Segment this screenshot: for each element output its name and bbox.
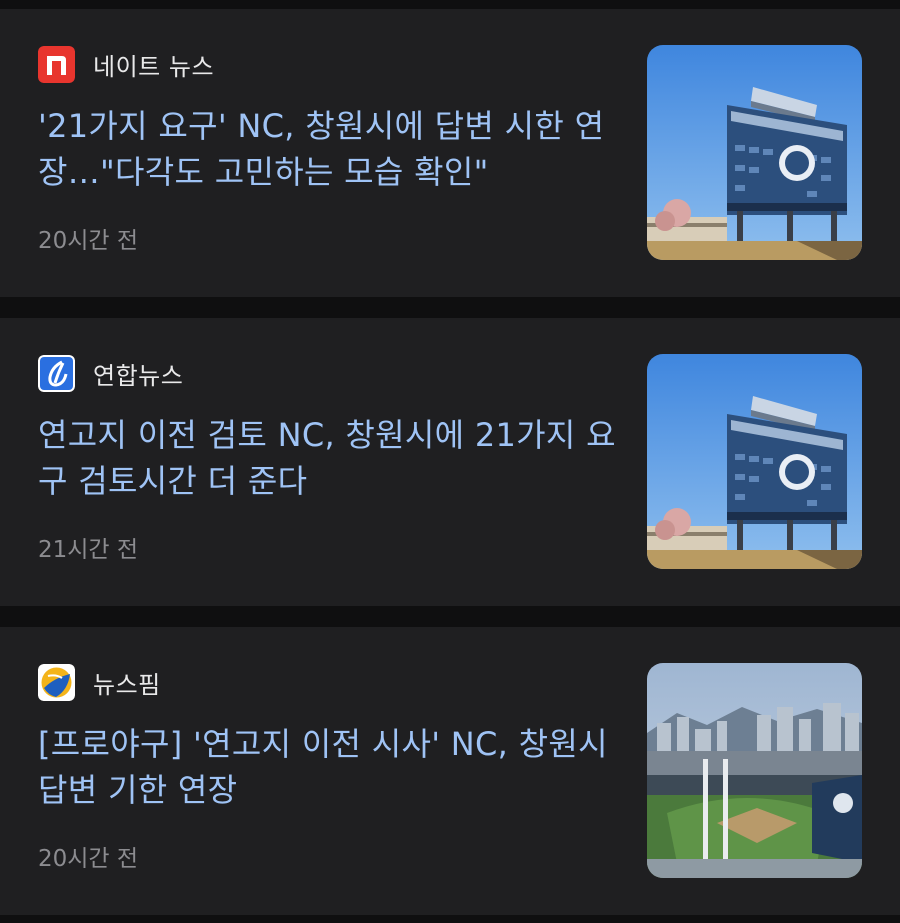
article-time: 20시간 전 [38, 228, 139, 254]
article-headline[interactable]: [프로야구] '연고지 이전 시사' NC, 창원시 답변 기한 연장 [38, 721, 618, 813]
source-name: 연합뉴스 [93, 361, 184, 390]
news-source: 뉴스핌 [38, 663, 161, 701]
news-source: 네이트 뉴스 [38, 45, 214, 83]
article-thumbnail[interactable] [647, 663, 862, 878]
stadium-scoreboard-photo [647, 45, 862, 260]
newspim-logo-icon [38, 663, 75, 701]
nate-news-logo-icon [38, 45, 75, 83]
stadium-scoreboard-photo [647, 354, 862, 569]
article-thumbnail[interactable] [647, 354, 862, 569]
article-headline[interactable]: 연고지 이전 검토 NC, 창원시에 21가지 요구 검토시간 더 준다 [38, 412, 618, 504]
news-card[interactable]: 네이트 뉴스 '21가지 요구' NC, 창원시에 답변 시한 연장…"다각도 … [0, 9, 900, 297]
source-name: 네이트 뉴스 [93, 52, 215, 81]
article-thumbnail[interactable] [647, 45, 862, 260]
news-source: 연합뉴스 [38, 354, 183, 392]
news-card[interactable]: 연합뉴스 연고지 이전 검토 NC, 창원시에 21가지 요구 검토시간 더 준… [0, 318, 900, 606]
yonhap-news-logo-icon [38, 354, 75, 392]
article-time: 20시간 전 [38, 846, 139, 872]
stadium-aerial-photo [647, 663, 862, 878]
source-name: 뉴스핌 [93, 670, 161, 699]
news-card[interactable]: 뉴스핌 [프로야구] '연고지 이전 시사' NC, 창원시 답변 기한 연장 … [0, 627, 900, 915]
article-headline[interactable]: '21가지 요구' NC, 창원시에 답변 시한 연장…"다각도 고민하는 모습… [38, 103, 618, 195]
article-time: 21시간 전 [38, 537, 139, 563]
news-feed: 네이트 뉴스 '21가지 요구' NC, 창원시에 답변 시한 연장…"다각도 … [0, 0, 900, 923]
